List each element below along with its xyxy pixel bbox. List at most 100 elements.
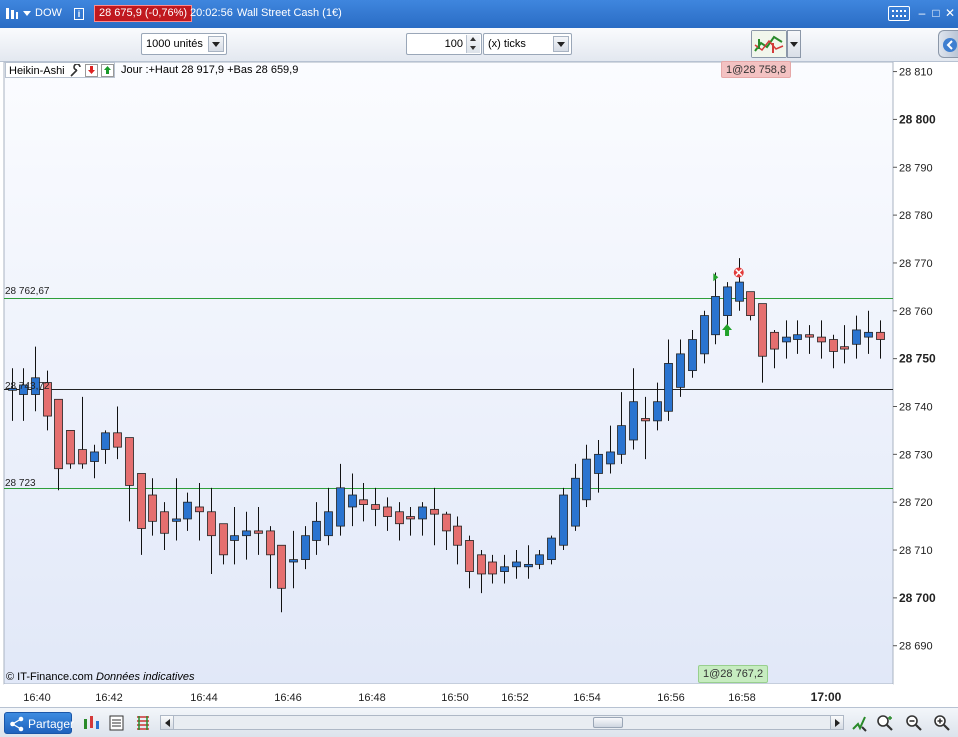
- scroll-right-icon[interactable]: [830, 716, 843, 729]
- candle-body[interactable]: [864, 331, 873, 338]
- zoom-out-icon[interactable]: [905, 714, 923, 732]
- orders-list-icon[interactable]: [108, 714, 126, 732]
- order-badge-bottom[interactable]: 1@28 767,2: [698, 665, 769, 683]
- candle-body[interactable]: [266, 530, 275, 556]
- ladder-icon[interactable]: [134, 714, 152, 732]
- candle-body[interactable]: [664, 363, 673, 412]
- scroll-thumb[interactable]: [593, 717, 623, 728]
- candle-body[interactable]: [348, 494, 357, 508]
- ticks-spinner[interactable]: 100: [406, 33, 482, 55]
- candle-body[interactable]: [793, 334, 802, 340]
- chart-type-dropdown[interactable]: [787, 30, 801, 58]
- candle-body[interactable]: [688, 339, 697, 372]
- ticks-unit-select[interactable]: (x) ticks: [483, 33, 572, 55]
- indicators-icon[interactable]: [82, 714, 100, 732]
- candle-body[interactable]: [653, 401, 662, 422]
- candle-body[interactable]: [805, 334, 814, 338]
- candle-body[interactable]: [535, 554, 544, 565]
- candle-body[interactable]: [324, 511, 333, 537]
- candle-body[interactable]: [500, 566, 509, 572]
- candle-body[interactable]: [559, 494, 568, 546]
- candle-body[interactable]: [195, 506, 204, 513]
- candle-body[interactable]: [524, 563, 533, 568]
- candle-body[interactable]: [125, 437, 134, 486]
- close-x-marker[interactable]: [733, 267, 744, 278]
- units-select[interactable]: 1000 unités: [141, 33, 227, 55]
- candle-body[interactable]: [54, 398, 63, 470]
- candle-body[interactable]: [418, 506, 427, 520]
- chart-scrollbar[interactable]: [160, 715, 844, 730]
- share-button[interactable]: Partager: [4, 712, 74, 734]
- maximize-icon[interactable]: □: [929, 6, 943, 20]
- candle-body[interactable]: [395, 511, 404, 525]
- candle-body[interactable]: [137, 473, 146, 529]
- candle-body[interactable]: [254, 530, 263, 534]
- arrow-up-icon[interactable]: [101, 64, 114, 77]
- candle-body[interactable]: [277, 544, 286, 589]
- candle-body[interactable]: [606, 451, 615, 465]
- candle-body[interactable]: [547, 537, 556, 561]
- order-badge-top[interactable]: 1@28 758,8: [721, 61, 792, 78]
- candle-body[interactable]: [629, 401, 638, 441]
- candle-body[interactable]: [571, 477, 580, 527]
- candle-body[interactable]: [207, 511, 216, 537]
- candle-body[interactable]: [735, 281, 744, 302]
- price-chart[interactable]: 28 810 28 800 28 790 28 780 28 770 28 760 28 7…: [0, 62, 958, 707]
- candle-body[interactable]: [172, 518, 181, 522]
- candle-body[interactable]: [746, 291, 755, 316]
- minimize-icon[interactable]: –: [915, 6, 929, 20]
- candle-body[interactable]: [442, 513, 451, 532]
- chart-type-button[interactable]: [751, 30, 787, 58]
- candle-body[interactable]: [101, 432, 110, 450]
- candle-body[interactable]: [758, 303, 767, 357]
- candle-body[interactable]: [829, 339, 838, 352]
- candle-body[interactable]: [711, 296, 720, 336]
- scroll-left-icon[interactable]: [161, 716, 174, 729]
- cursor-tool-icon[interactable]: [850, 714, 868, 732]
- candle-body[interactable]: [465, 540, 474, 572]
- candle-body[interactable]: [242, 530, 251, 537]
- candle-body[interactable]: [371, 504, 380, 510]
- chevron-down-icon[interactable]: [208, 36, 224, 52]
- spinner-arrows-icon[interactable]: [466, 35, 480, 53]
- candle-body[interactable]: [430, 508, 439, 515]
- candle-body[interactable]: [723, 286, 732, 316]
- candle-body[interactable]: [66, 430, 75, 465]
- candle-body[interactable]: [840, 346, 849, 350]
- candle-body[interactable]: [770, 331, 779, 350]
- zoom-in-icon[interactable]: [933, 714, 951, 732]
- wrench-icon[interactable]: [69, 64, 83, 77]
- candle-body[interactable]: [312, 520, 321, 541]
- candle-body[interactable]: [488, 561, 497, 575]
- candle-body[interactable]: [406, 516, 415, 520]
- candle-body[interactable]: [359, 499, 368, 505]
- candle-body[interactable]: [183, 501, 192, 520]
- candle-body[interactable]: [676, 353, 685, 388]
- candle-body[interactable]: [582, 458, 591, 501]
- candle-body[interactable]: [782, 336, 791, 343]
- candle-body[interactable]: [78, 449, 87, 465]
- symbol-dropdown-icon[interactable]: [23, 11, 31, 17]
- candle-body[interactable]: [594, 453, 603, 474]
- candle-body[interactable]: [336, 487, 345, 527]
- side-panel-toggle[interactable]: [938, 30, 958, 58]
- close-icon[interactable]: ✕: [943, 6, 957, 20]
- chevron-down-icon[interactable]: [553, 36, 569, 52]
- candle-body[interactable]: [876, 331, 885, 340]
- candle-body[interactable]: [453, 525, 462, 546]
- symbol-name[interactable]: DOW: [35, 7, 62, 19]
- candle-body[interactable]: [160, 511, 169, 534]
- candle-body[interactable]: [113, 432, 122, 448]
- candle-body[interactable]: [512, 561, 521, 568]
- candle-body[interactable]: [852, 329, 861, 345]
- candle-body[interactable]: [230, 535, 239, 541]
- candle-body[interactable]: [90, 451, 99, 462]
- candle-body[interactable]: [817, 336, 826, 343]
- candle-body[interactable]: [383, 506, 392, 517]
- candle-body[interactable]: [219, 523, 228, 556]
- candle-body[interactable]: [289, 559, 298, 563]
- plot-area[interactable]: [3, 62, 894, 685]
- candle-body[interactable]: [617, 425, 626, 455]
- arrow-down-icon[interactable]: [85, 64, 98, 77]
- keyboard-icon[interactable]: [888, 6, 910, 21]
